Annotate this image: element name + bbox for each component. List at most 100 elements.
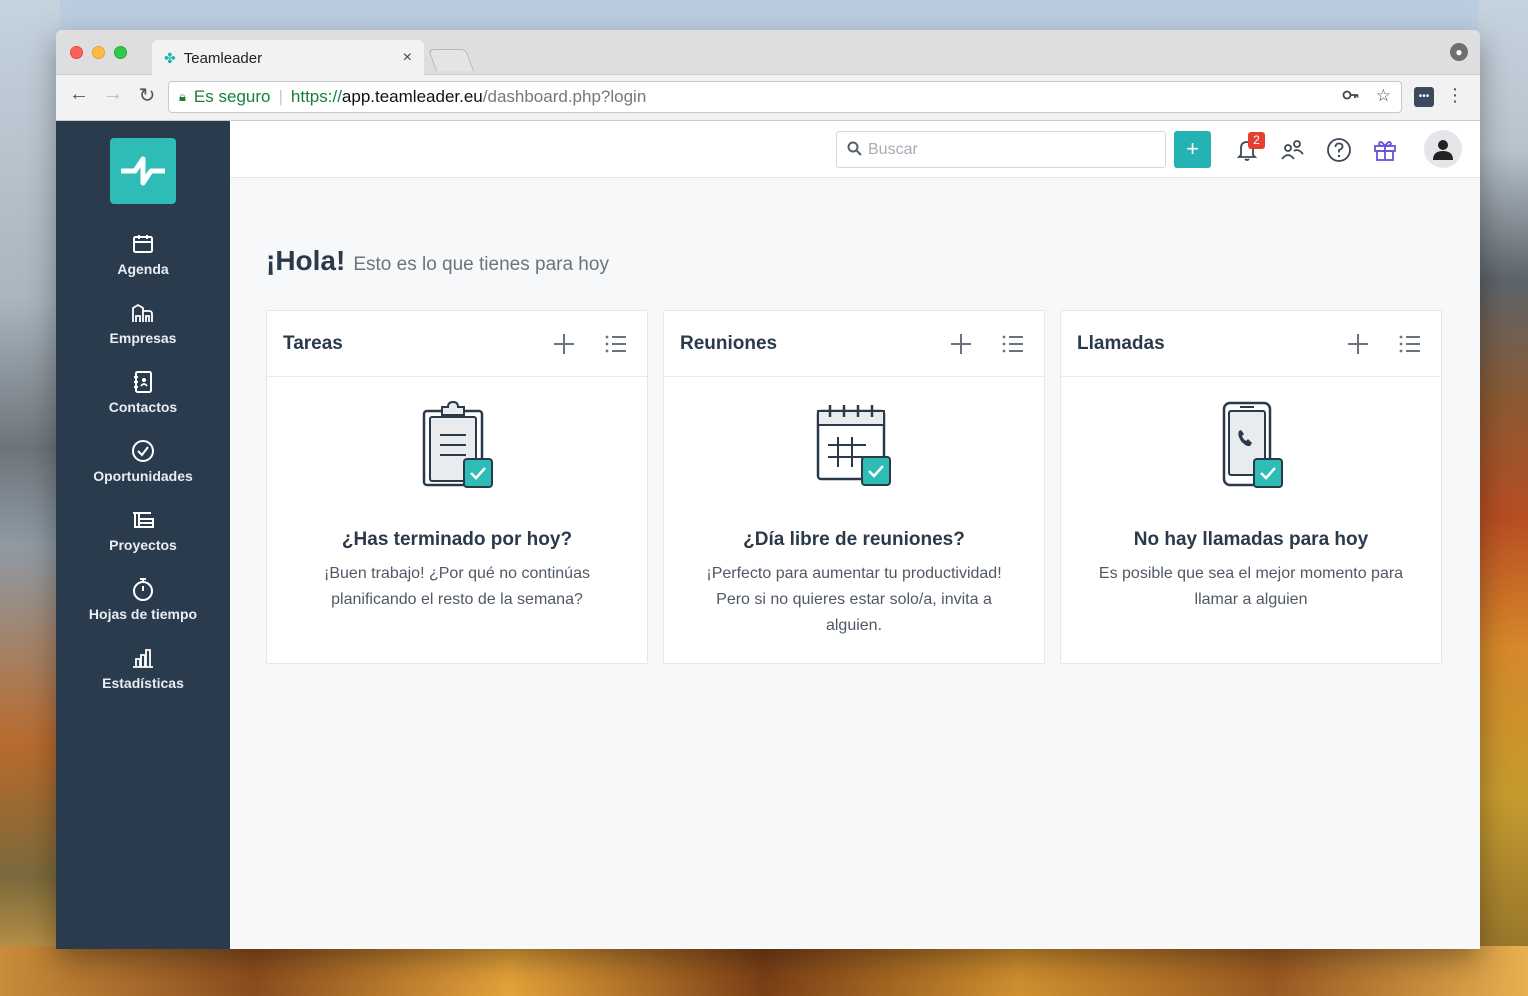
- sidebar-item-label: Agenda: [117, 261, 169, 277]
- card-title: Tareas: [283, 332, 343, 354]
- browser-tab[interactable]: ✤ Teamleader ×: [152, 40, 424, 76]
- search-input[interactable]: Buscar: [836, 131, 1166, 168]
- card-header: Tareas: [267, 311, 647, 377]
- phone-check-icon: [1091, 401, 1411, 493]
- plus-icon[interactable]: [946, 329, 976, 359]
- card-title: Llamadas: [1077, 332, 1165, 354]
- card-tareas: Tareas ¿Has terminado por hoy? ¡Buen tra…: [266, 310, 648, 664]
- forward-arrow-icon[interactable]: →: [96, 83, 130, 108]
- users-icon[interactable]: [1280, 131, 1306, 168]
- card-actions: [549, 329, 631, 359]
- plus-icon[interactable]: [549, 329, 579, 359]
- sidebar-item-label: Proyectos: [109, 537, 177, 553]
- back-arrow-icon[interactable]: ←: [62, 83, 96, 108]
- card-title: Reuniones: [680, 332, 778, 354]
- omnibox-separator: |: [278, 87, 283, 106]
- browser-window: ✤ Teamleader × ● ← → ↻ 🔒︎ Es seguro | ht…: [56, 30, 1480, 949]
- sidebar-item-estadisticas[interactable]: Estadísticas: [56, 643, 230, 712]
- projects-icon: [131, 505, 155, 535]
- list-icon[interactable]: [1395, 329, 1425, 359]
- main-content: Buscar + 2 ¡Hola! Esto es lo que tienes …: [230, 121, 1480, 949]
- browser-menu-icon[interactable]: ⋮: [1446, 85, 1464, 106]
- greeting: ¡Hola! Esto es lo que tienes para hoy: [266, 245, 609, 277]
- sidebar-item-empresas[interactable]: Empresas: [56, 298, 230, 367]
- dashboard-cards: Tareas ¿Has terminado por hoy? ¡Buen tra…: [266, 310, 1442, 664]
- sidebar-item-hojas-de-tiempo[interactable]: Hojas de tiempo: [56, 574, 230, 643]
- window-controls: [70, 46, 127, 59]
- tab-title: Teamleader: [183, 49, 263, 67]
- address-bar: ← → ↻ 🔒︎ Es seguro | https:// app.teamle…: [56, 75, 1480, 121]
- close-window-button[interactable]: [70, 46, 83, 59]
- sidebar-item-contactos[interactable]: Contactos: [56, 367, 230, 436]
- list-icon[interactable]: [998, 329, 1028, 359]
- help-icon[interactable]: [1326, 131, 1352, 168]
- card-text: Es posible que sea el mejor momento para…: [1098, 565, 1404, 608]
- url-input[interactable]: 🔒︎ Es seguro | https:// app.teamleader.e…: [168, 81, 1402, 113]
- browser-profile-icon[interactable]: ●: [1450, 43, 1468, 61]
- sidebar-item-label: Empresas: [109, 330, 177, 346]
- sidebar-item-label: Oportunidades: [93, 468, 193, 484]
- card-text: ¡Perfecto para aumentar tu productividad…: [706, 565, 1002, 634]
- bar-chart-icon: [131, 643, 155, 673]
- url-host: app.teamleader.eu: [341, 87, 483, 106]
- card-question: ¿Día libre de reuniones?: [743, 529, 965, 550]
- check-circle-icon: [131, 436, 155, 466]
- card-header: Llamadas: [1061, 311, 1441, 377]
- url-path: /dashboard.php?login: [482, 87, 647, 106]
- card-body: No hay llamadas para hoy Es posible que …: [1061, 377, 1441, 637]
- extension-icon[interactable]: •••: [1414, 87, 1434, 107]
- card-question: No hay llamadas para hoy: [1133, 529, 1369, 550]
- clipboard-check-icon: [297, 401, 617, 493]
- contact-book-icon: [132, 367, 154, 397]
- new-tab-button[interactable]: [427, 49, 475, 71]
- buildings-icon: [131, 298, 155, 328]
- add-button[interactable]: +: [1174, 131, 1211, 168]
- teamleader-favicon-icon: ✤: [164, 49, 176, 66]
- sidebar-item-agenda[interactable]: Agenda: [56, 229, 230, 298]
- notifications-button[interactable]: 2: [1234, 131, 1265, 168]
- top-icons: 2: [1234, 131, 1398, 168]
- desktop-wallpaper-right: [1478, 0, 1528, 996]
- maximize-window-button[interactable]: [114, 46, 127, 59]
- app: Agenda Empresas Contactos Oportunidades …: [56, 121, 1480, 949]
- lock-icon: 🔒︎: [179, 89, 186, 104]
- card-body: ¿Has terminado por hoy? ¡Buen trabajo! ¿…: [267, 377, 647, 637]
- sidebar-item-label: Contactos: [108, 399, 178, 415]
- url-protocol: https://: [290, 87, 342, 106]
- user-avatar-icon: [1433, 140, 1453, 160]
- bookmark-star-icon[interactable]: ☆: [1376, 86, 1391, 109]
- tab-bar: ✤ Teamleader × ●: [56, 30, 1480, 76]
- card-text: ¡Buen trabajo! ¿Por qué no continúas pla…: [324, 565, 590, 608]
- search-placeholder: Buscar: [868, 140, 918, 158]
- sidebar: Agenda Empresas Contactos Oportunidades …: [56, 121, 230, 949]
- sidebar-item-label: Hojas de tiempo: [88, 606, 198, 622]
- avatar[interactable]: [1424, 130, 1462, 168]
- card-body: ¿Día libre de reuniones? ¡Perfecto para …: [664, 377, 1044, 663]
- sidebar-item-oportunidades[interactable]: Oportunidades: [56, 436, 230, 505]
- tab-close-icon[interactable]: ×: [403, 49, 412, 67]
- search-icon: [847, 141, 862, 159]
- gift-icon[interactable]: [1372, 131, 1398, 168]
- card-question: ¿Has terminado por hoy?: [341, 529, 573, 550]
- notification-badge: 2: [1248, 132, 1265, 149]
- key-icon[interactable]: [1342, 86, 1360, 109]
- page-subtitle: Esto es lo que tienes para hoy: [353, 254, 609, 275]
- list-icon[interactable]: [601, 329, 631, 359]
- sidebar-nav: Agenda Empresas Contactos Oportunidades …: [56, 229, 230, 712]
- calendar-icon: [132, 229, 154, 259]
- sidebar-item-proyectos[interactable]: Proyectos: [56, 505, 230, 574]
- page-title: ¡Hola!: [266, 245, 346, 276]
- card-header: Reuniones: [664, 311, 1044, 377]
- plus-icon[interactable]: [1343, 329, 1373, 359]
- reload-icon[interactable]: ↻: [130, 83, 164, 108]
- secure-label: Es seguro: [193, 87, 271, 106]
- card-llamadas: Llamadas No hay llamadas para hoy Es pos…: [1060, 310, 1442, 664]
- top-bar: Buscar + 2: [230, 121, 1480, 178]
- teamleader-logo[interactable]: [110, 138, 176, 204]
- desktop-wallpaper-left: [0, 0, 60, 996]
- calendar-check-icon: [694, 401, 1014, 493]
- card-actions: [1343, 329, 1425, 359]
- desktop-wallpaper-bottom: [0, 946, 1528, 996]
- minimize-window-button[interactable]: [92, 46, 105, 59]
- card-reuniones: Reuniones ¿Día libre de reuniones? ¡Perf…: [663, 310, 1045, 664]
